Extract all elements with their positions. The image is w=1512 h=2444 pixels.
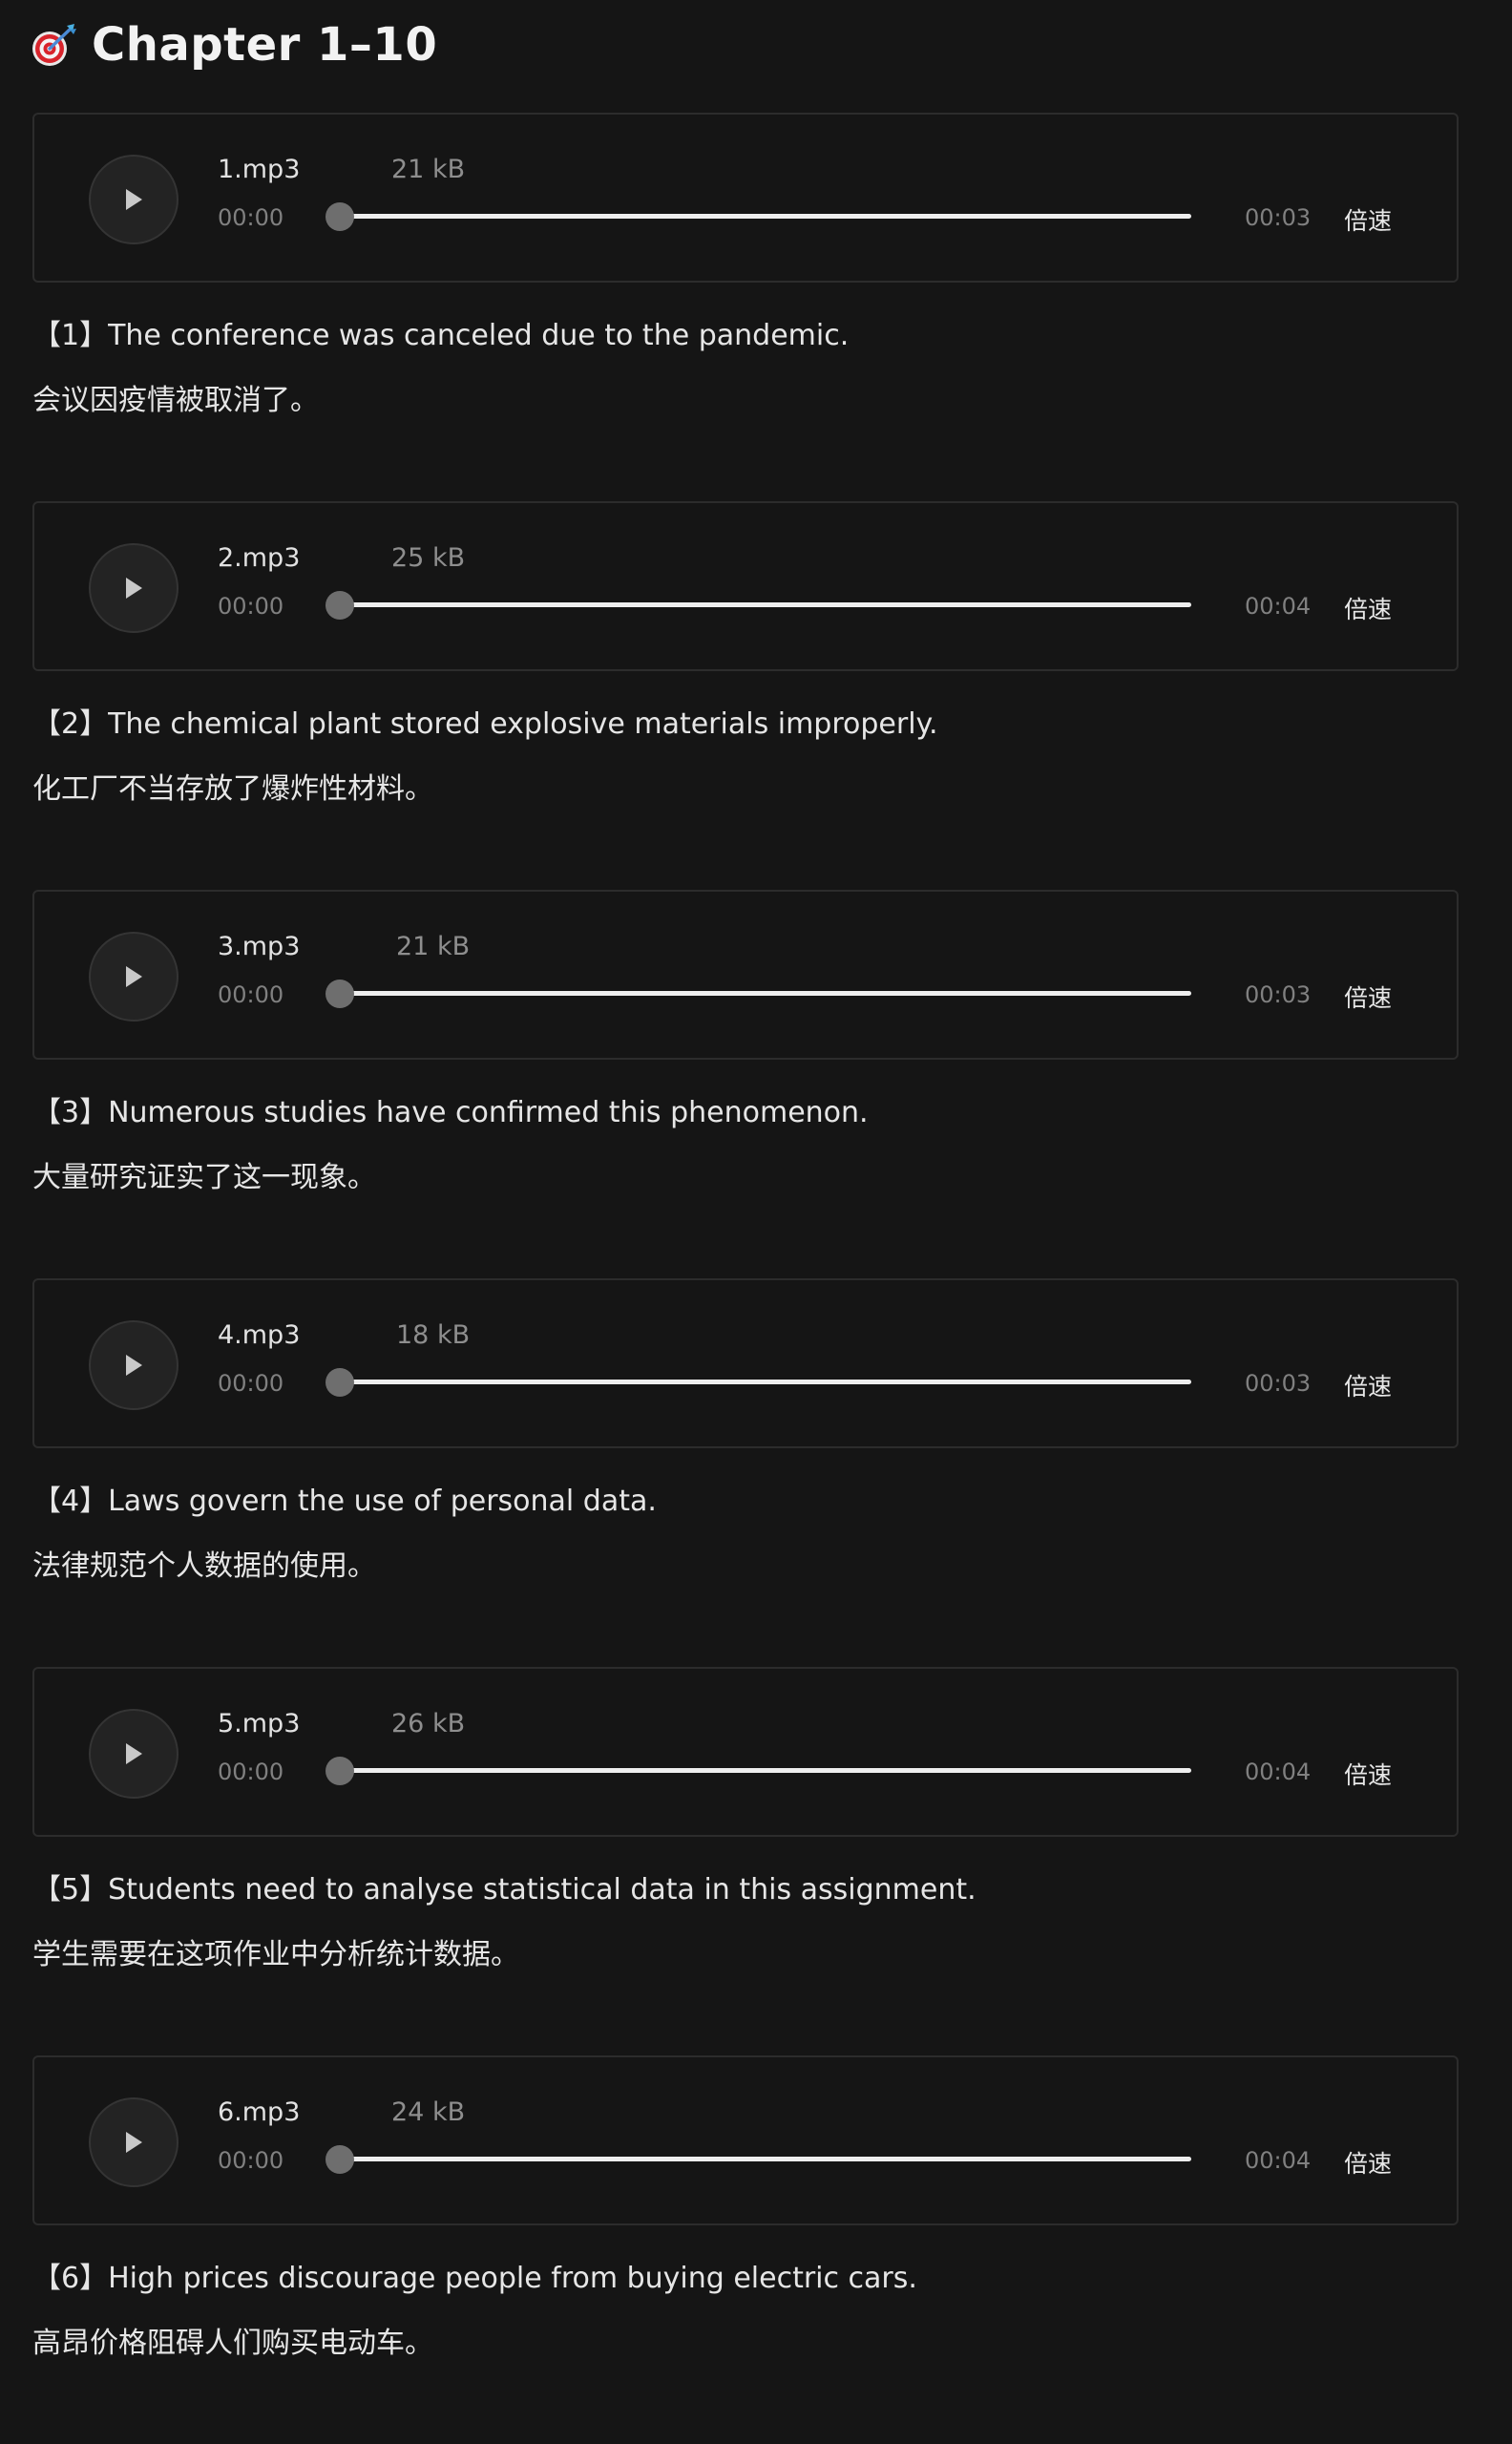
- play-icon: [126, 1355, 142, 1376]
- duration-time: 00:04: [1245, 2147, 1312, 2174]
- audio-file-name: 1.mp3: [218, 155, 301, 184]
- current-time: 00:00: [218, 2147, 284, 2174]
- current-time: 00:00: [218, 1759, 284, 1785]
- play-icon: [126, 2132, 142, 2153]
- play-button[interactable]: [89, 155, 178, 244]
- duration-time: 00:04: [1245, 1759, 1312, 1785]
- english-sentence: 【6】High prices discourage people from bu…: [32, 2262, 917, 2295]
- sentence-item: 2.mp3 25 kB 00:00 00:04 倍速 【2】The chemic…: [0, 501, 1512, 890]
- current-time: 00:00: [218, 593, 284, 620]
- playback-speed-button[interactable]: 倍速: [1344, 1757, 1392, 1791]
- playback-speed-button[interactable]: 倍速: [1344, 591, 1392, 625]
- chinese-translation: 法律规范个人数据的使用。: [32, 1549, 376, 1583]
- duration-time: 00:03: [1245, 204, 1312, 231]
- english-sentence: 【5】Students need to analyse statistical …: [32, 1873, 976, 1907]
- duration-time: 00:04: [1245, 593, 1312, 620]
- current-time: 00:00: [218, 981, 284, 1008]
- audio-file-name: 5.mp3: [218, 1709, 301, 1738]
- english-sentence: 【2】The chemical plant stored explosive m…: [32, 707, 938, 741]
- progress-bar[interactable]: [332, 2157, 1191, 2161]
- sentence-item: 1.mp3 21 kB 00:00 00:03 倍速 【1】The confer…: [0, 113, 1512, 501]
- progress-bar[interactable]: [332, 991, 1191, 996]
- progress-knob[interactable]: [326, 202, 354, 231]
- play-icon: [126, 189, 142, 210]
- sentence-list: 1.mp3 21 kB 00:00 00:03 倍速 【1】The confer…: [0, 113, 1512, 2444]
- chinese-translation: 学生需要在这项作业中分析统计数据。: [32, 1938, 519, 1971]
- audio-player: 5.mp3 26 kB 00:00 00:04 倍速: [32, 1667, 1459, 1837]
- progress-knob[interactable]: [326, 980, 354, 1008]
- playback-speed-button[interactable]: 倍速: [1344, 2145, 1392, 2180]
- duration-time: 00:03: [1245, 1370, 1312, 1397]
- audio-file-size: 18 kB: [396, 1320, 471, 1350]
- chinese-translation: 会议因疫情被取消了。: [32, 384, 319, 417]
- dart-target-icon: [32, 24, 76, 66]
- chinese-translation: 大量研究证实了这一现象。: [32, 1161, 376, 1194]
- play-icon: [126, 578, 142, 599]
- progress-bar[interactable]: [332, 1768, 1191, 1773]
- progress-knob[interactable]: [326, 1368, 354, 1397]
- duration-time: 00:03: [1245, 981, 1312, 1008]
- audio-player: 1.mp3 21 kB 00:00 00:03 倍速: [32, 113, 1459, 283]
- audio-file-size: 25 kB: [391, 543, 466, 573]
- audio-player: 4.mp3 18 kB 00:00 00:03 倍速: [32, 1278, 1459, 1448]
- sentence-item: 4.mp3 18 kB 00:00 00:03 倍速 【4】Laws gover…: [0, 1278, 1512, 1667]
- play-button[interactable]: [89, 543, 178, 633]
- english-sentence: 【1】The conference was canceled due to th…: [32, 319, 850, 352]
- play-button[interactable]: [89, 1320, 178, 1410]
- audio-file-size: 24 kB: [391, 2097, 466, 2127]
- chinese-translation: 高昂价格阻碍人们购买电动车。: [32, 2327, 433, 2360]
- english-sentence: 【3】Numerous studies have confirmed this …: [32, 1096, 869, 1129]
- sentence-item: 3.mp3 21 kB 00:00 00:03 倍速 【3】Numerous s…: [0, 890, 1512, 1278]
- play-button[interactable]: [89, 932, 178, 1022]
- play-icon: [126, 1743, 142, 1764]
- playback-speed-button[interactable]: 倍速: [1344, 980, 1392, 1014]
- audio-file-name: 4.mp3: [218, 1320, 301, 1350]
- audio-player: 6.mp3 24 kB 00:00 00:04 倍速: [32, 2055, 1459, 2225]
- english-sentence: 【4】Laws govern the use of personal data.: [32, 1485, 657, 1518]
- page: Chapter 1–10 1.mp3 21 kB 00:00 00:03 倍速 …: [0, 0, 1512, 2375]
- page-header: Chapter 1–10: [29, 13, 437, 76]
- play-button[interactable]: [89, 2097, 178, 2187]
- audio-file-size: 26 kB: [391, 1709, 466, 1738]
- play-icon: [126, 966, 142, 987]
- audio-file-name: 2.mp3: [218, 543, 301, 573]
- playback-speed-button[interactable]: 倍速: [1344, 1368, 1392, 1402]
- sentence-item: 5.mp3 26 kB 00:00 00:04 倍速 【5】Students n…: [0, 1667, 1512, 2055]
- page-title: Chapter 1–10: [92, 18, 438, 72]
- progress-knob[interactable]: [326, 2145, 354, 2174]
- sentence-item: 6.mp3 24 kB 00:00 00:04 倍速 【6】High price…: [0, 2055, 1512, 2444]
- audio-player: 3.mp3 21 kB 00:00 00:03 倍速: [32, 890, 1459, 1060]
- playback-speed-button[interactable]: 倍速: [1344, 202, 1392, 237]
- progress-knob[interactable]: [326, 1757, 354, 1785]
- current-time: 00:00: [218, 204, 284, 231]
- progress-knob[interactable]: [326, 591, 354, 620]
- chinese-translation: 化工厂不当存放了爆炸性材料。: [32, 772, 433, 806]
- audio-file-name: 3.mp3: [218, 932, 301, 961]
- progress-bar[interactable]: [332, 214, 1191, 219]
- audio-file-size: 21 kB: [391, 155, 466, 184]
- progress-bar[interactable]: [332, 602, 1191, 607]
- audio-player: 2.mp3 25 kB 00:00 00:04 倍速: [32, 501, 1459, 671]
- play-button[interactable]: [89, 1709, 178, 1799]
- audio-file-size: 21 kB: [396, 932, 471, 961]
- audio-file-name: 6.mp3: [218, 2097, 301, 2127]
- current-time: 00:00: [218, 1370, 284, 1397]
- progress-bar[interactable]: [332, 1380, 1191, 1384]
